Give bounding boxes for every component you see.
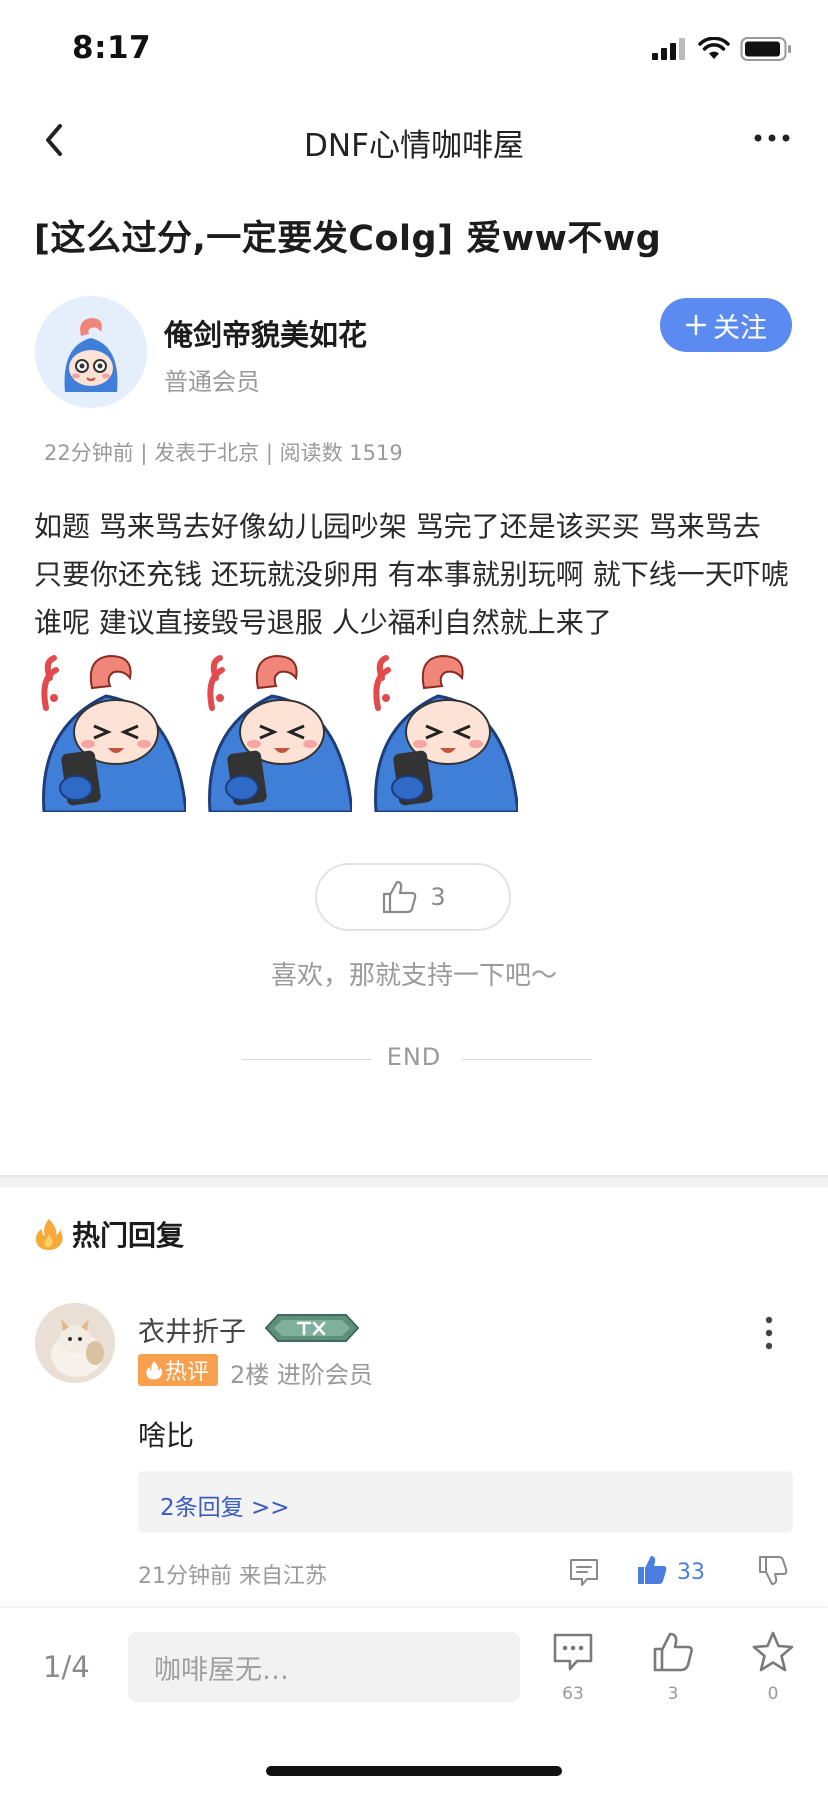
more-horizontal-icon[interactable] [752, 123, 792, 153]
hot-replies-title: 热门回复 [72, 1219, 185, 1252]
hot-replies-heading: 热门回复 [34, 1214, 184, 1254]
plus-icon [685, 314, 707, 336]
post-meta: 22分钟前 | 发表于北京 | 阅读数 1519 [44, 441, 403, 465]
comment-icon[interactable] [551, 1630, 595, 1674]
cellular-signal-icon [652, 38, 685, 60]
hot-comment-tag: 热评 [138, 1354, 219, 1386]
likes-count: 3 [667, 1684, 679, 1704]
nav-title: DNF心情咖啡屋 [304, 128, 524, 164]
favorites-count: 0 [767, 1684, 779, 1704]
thumbs-up-icon [383, 880, 417, 914]
follow-button[interactable]: 关注 [660, 298, 792, 352]
commenter-name[interactable]: 衣井折子 [138, 1310, 246, 1349]
sticker-image[interactable] [36, 648, 186, 812]
comment-time-location: 21分钟前 来自江苏 [138, 1564, 327, 1589]
replies-link[interactable]: 2条回复 >> [160, 1488, 290, 1522]
comment-like-count: 33 [677, 1560, 705, 1585]
like-tip: 喜欢，那就支持一下吧～ [270, 961, 557, 991]
author-level: 普通会员 [164, 368, 260, 396]
sticker-image[interactable] [368, 648, 518, 812]
comments-count: 63 [562, 1684, 584, 1704]
more-vertical-icon[interactable] [764, 1316, 774, 1350]
post-like-count: 3 [430, 883, 446, 911]
hot-tag-label: 热评 [165, 1360, 210, 1385]
commenter-avatar[interactable] [35, 1303, 115, 1383]
status-icons [652, 36, 792, 62]
thumbs-down-icon[interactable] [756, 1554, 788, 1586]
comment-icon[interactable] [568, 1556, 600, 1588]
thumbs-up-icon[interactable] [636, 1554, 668, 1586]
comment-text: 啥比 [138, 1419, 195, 1452]
post-title: [这么过分,一定要发Colg] 爱ww不wg [34, 219, 662, 259]
page-indicator[interactable]: 1/4 [43, 1650, 90, 1684]
home-indicator[interactable] [266, 1766, 562, 1776]
end-label: END [386, 1043, 442, 1071]
post-content: 如题 骂来骂去好像幼儿园吵架 骂完了还是该买买 骂来骂去 只要你还充钱 还玩就没… [34, 510, 789, 639]
comment-input[interactable]: 咖啡屋无… [128, 1632, 520, 1702]
author-name[interactable]: 俺剑帝貌美如花 [164, 312, 367, 354]
wifi-icon [698, 37, 730, 59]
thumbs-up-icon[interactable] [651, 1630, 695, 1674]
battery-icon [740, 37, 791, 61]
member-badge-icon [264, 1314, 360, 1342]
post-like-button[interactable]: 3 [315, 863, 511, 931]
comment-floor-info: 2楼 进阶会员 [230, 1361, 373, 1389]
follow-label: 关注 [713, 312, 767, 344]
star-icon[interactable] [751, 1630, 795, 1674]
author-avatar[interactable] [35, 296, 147, 408]
fire-icon [146, 1361, 163, 1380]
sticker-image[interactable] [202, 648, 352, 812]
section-divider [0, 1175, 828, 1187]
status-time: 8:17 [72, 30, 152, 66]
fire-icon [35, 1219, 63, 1250]
